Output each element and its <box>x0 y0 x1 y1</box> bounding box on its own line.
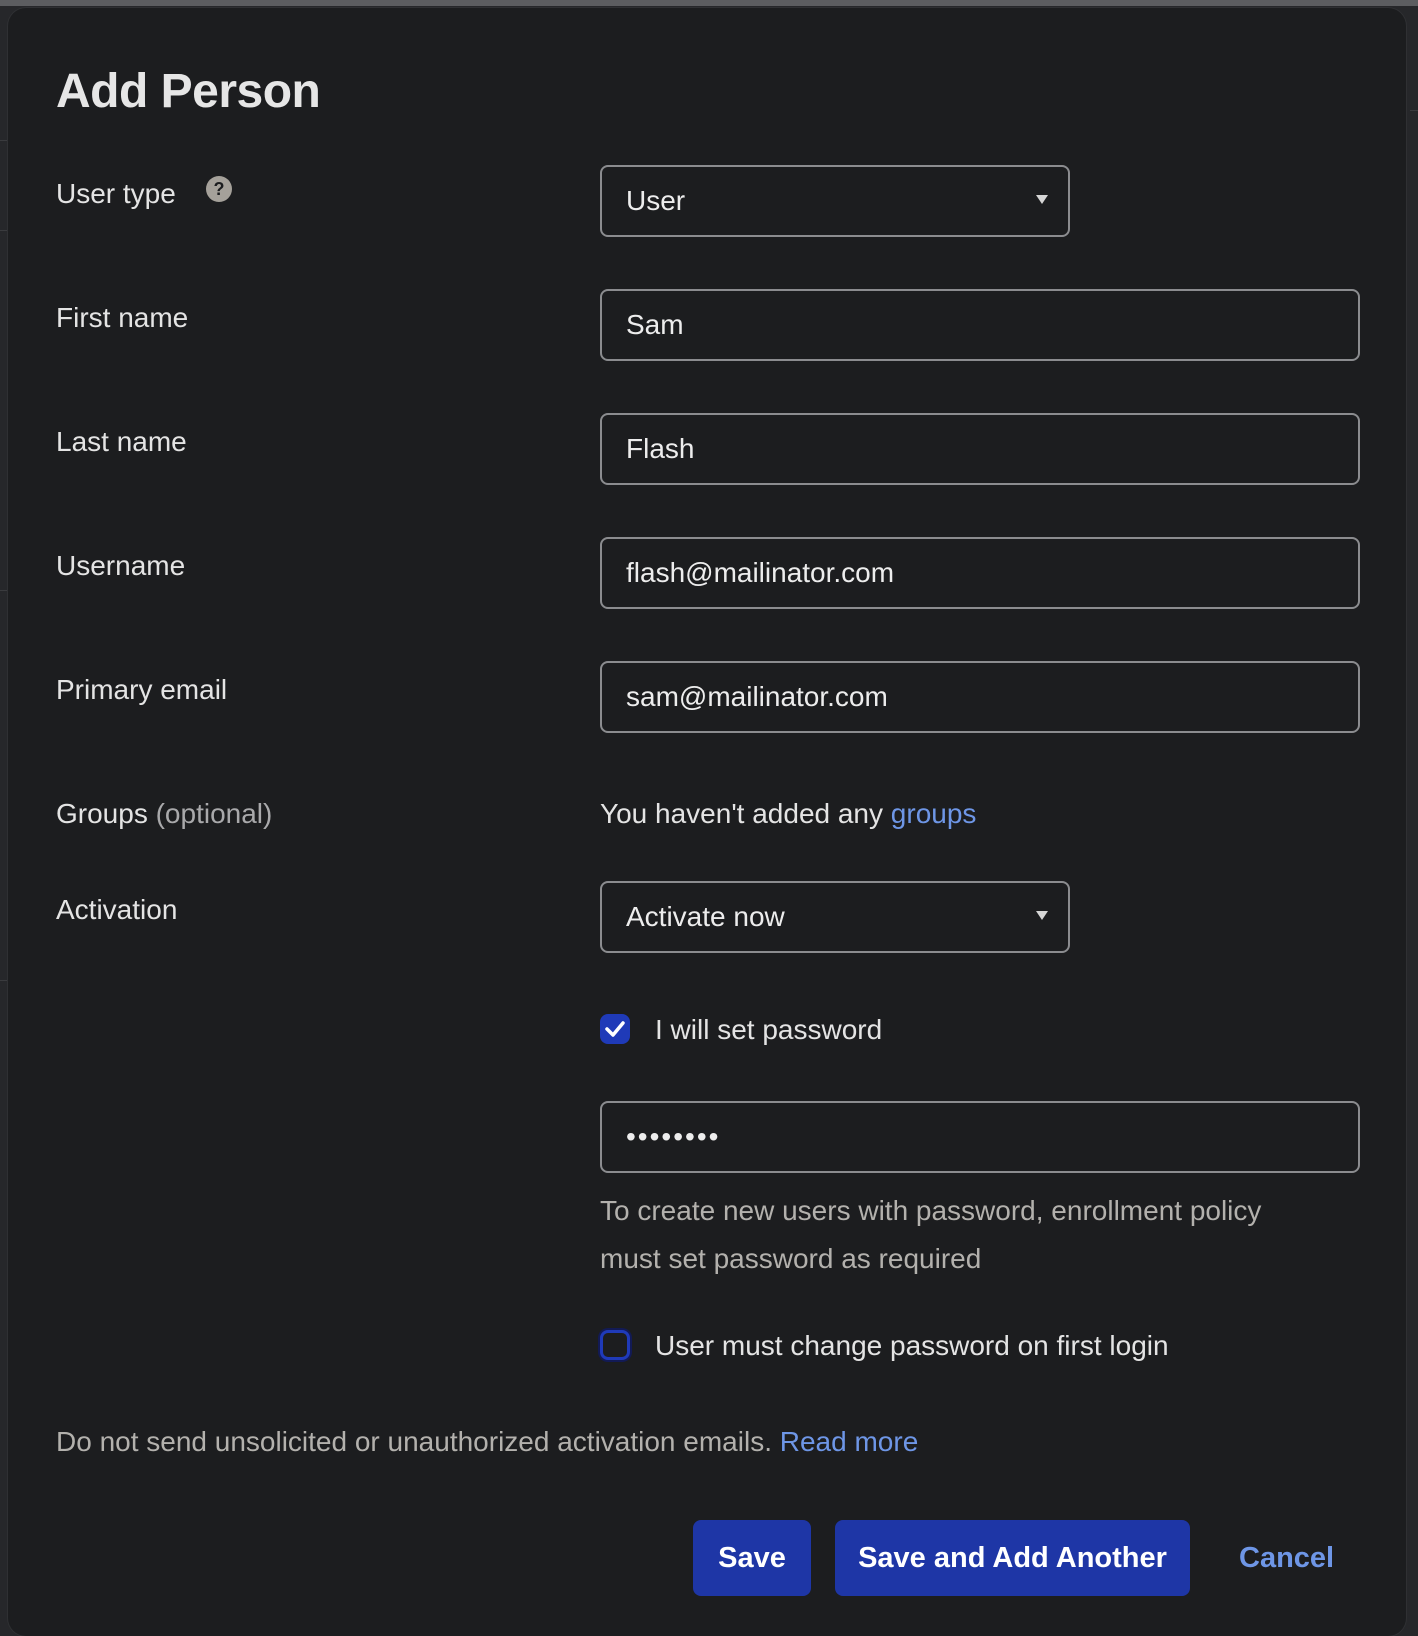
primary-email-label: Primary email <box>56 674 228 705</box>
user-type-select[interactable]: User <box>600 165 1070 237</box>
help-icon[interactable]: ? <box>206 176 232 202</box>
top-border <box>0 0 1418 6</box>
groups-label: Groups (optional) <box>56 798 272 830</box>
save-and-add-another-button[interactable]: Save and Add Another <box>835 1520 1190 1596</box>
user-type-label: User type <box>56 178 176 209</box>
activation-value: Activate now <box>626 901 785 932</box>
add-person-dialog: Add Person User type ? User First name S… <box>8 8 1406 1636</box>
groups-link[interactable]: groups <box>891 798 977 829</box>
chevron-down-icon <box>1036 911 1048 920</box>
change-password-label[interactable]: User must change password on first login <box>655 1330 1169 1362</box>
activation-notice: Do not send unsolicited or unauthorized … <box>56 1426 918 1458</box>
background-divider <box>1410 110 1418 111</box>
username-field[interactable]: flash@mailinator.com <box>600 537 1360 609</box>
activation-select[interactable]: Activate now <box>600 881 1070 953</box>
optional-tag: (optional) <box>155 798 273 829</box>
last-name-label: Last name <box>56 426 187 457</box>
groups-empty-message: You haven't added any groups <box>600 798 976 830</box>
background-divider <box>0 230 8 231</box>
first-name-field[interactable]: Sam <box>600 289 1360 361</box>
save-button[interactable]: Save <box>693 1520 811 1596</box>
cancel-button[interactable]: Cancel <box>1239 1520 1334 1596</box>
user-type-value: User <box>626 185 686 216</box>
background-divider <box>0 980 8 981</box>
change-password-checkbox[interactable] <box>600 1330 630 1360</box>
last-name-field[interactable]: Flash <box>600 413 1360 485</box>
set-password-checkbox[interactable] <box>600 1014 630 1044</box>
password-field[interactable]: •••••••• <box>600 1101 1360 1173</box>
dialog-title: Add Person <box>56 65 321 118</box>
background-divider <box>0 140 8 141</box>
first-name-label: First name <box>56 302 189 333</box>
groups-label-text: Groups <box>56 798 148 829</box>
read-more-link[interactable]: Read more <box>780 1426 919 1457</box>
groups-empty-text: You haven't added any <box>600 798 884 829</box>
set-password-label[interactable]: I will set password <box>655 1014 882 1046</box>
chevron-down-icon <box>1036 195 1048 204</box>
password-hint-line1: To create new users with password, enrol… <box>600 1195 1262 1226</box>
primary-email-field[interactable]: sam@mailinator.com <box>600 661 1360 733</box>
background-divider <box>0 590 8 591</box>
username-label: Username <box>56 550 186 581</box>
notice-text: Do not send unsolicited or unauthorized … <box>56 1426 772 1457</box>
activation-label: Activation <box>56 894 178 925</box>
checkmark-icon <box>605 1021 625 1037</box>
password-hint-line2: must set password as required <box>600 1243 982 1274</box>
